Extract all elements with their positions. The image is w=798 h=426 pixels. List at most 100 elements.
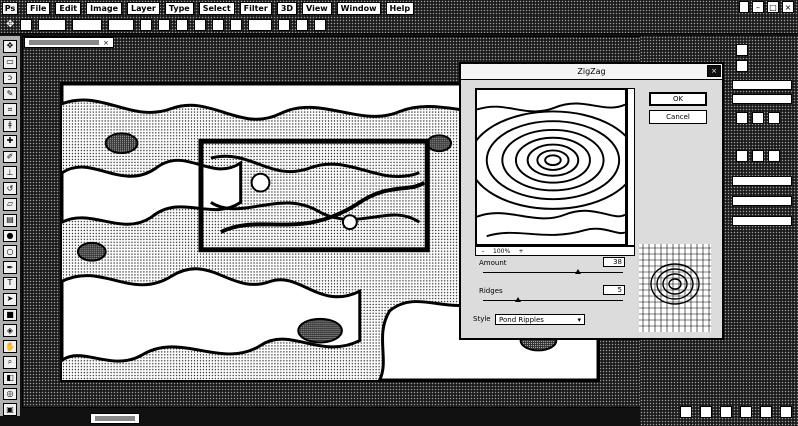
option-toggle-3[interactable]	[108, 18, 135, 31]
move-tool-icon[interactable]: ✥	[3, 40, 17, 53]
brush-tool-icon[interactable]: ✐	[3, 150, 17, 164]
preview-scrollbar[interactable]	[627, 88, 635, 246]
align-button-2[interactable]	[158, 18, 171, 31]
status-text	[95, 416, 135, 421]
amount-slider-thumb[interactable]	[575, 269, 582, 274]
align-button-5[interactable]	[212, 18, 225, 31]
history-brush-tool-icon[interactable]: ↺	[3, 182, 17, 195]
clone-stamp-tool-icon[interactable]: ⊥	[3, 166, 17, 180]
tool-preset-picker[interactable]	[20, 18, 33, 31]
status-bar[interactable]	[90, 413, 140, 424]
panel-icon-4[interactable]	[752, 112, 764, 124]
workspace-switcher[interactable]	[739, 1, 749, 13]
panel-icon-6[interactable]	[736, 150, 748, 162]
option-toggle-2[interactable]	[72, 18, 103, 31]
toolbox: ✥ ▭ ↄ ✎ ⌗ ǂ ✚ ✐ ⊥ ↺ ▱ ▤ ● ○ ✒ T ➤ ■ ◈ ✋ …	[0, 36, 20, 417]
amount-field[interactable]: 38	[603, 257, 625, 267]
panel-icon-2[interactable]	[736, 60, 748, 72]
cancel-button[interactable]: Cancel	[649, 110, 707, 124]
menu-filter[interactable]: Filter	[239, 1, 272, 15]
shape-tool-icon[interactable]: ■	[3, 308, 17, 322]
zoom-tool-icon[interactable]: ⌕	[3, 355, 17, 369]
chevron-down-icon: ▾	[577, 315, 581, 324]
path-select-tool-icon[interactable]: ➤	[3, 292, 17, 306]
zigzag-dialog: ZigZag × – 100% + OK Cancel Amount 38 Ri…	[459, 62, 724, 340]
panel-icon-1[interactable]	[736, 44, 748, 56]
distribute-button-2[interactable]	[296, 18, 309, 31]
zoom-out-button[interactable]: –	[479, 248, 487, 255]
panel-icon-14[interactable]	[780, 406, 792, 418]
panel-icon-5[interactable]	[768, 112, 780, 124]
panel-icon-3[interactable]	[736, 112, 748, 124]
document-tab[interactable]: ×	[24, 37, 114, 48]
panel-strip-2[interactable]	[732, 94, 792, 104]
crop-tool-icon[interactable]: ⌗	[3, 103, 17, 116]
screen-mode-icon[interactable]: ▣	[3, 403, 17, 417]
ridges-slider-track[interactable]	[483, 300, 623, 301]
option-toggle-1[interactable]	[38, 18, 67, 31]
style-dropdown[interactable]: Pond Ripples ▾	[495, 314, 585, 325]
menu-layer[interactable]: Layer	[127, 1, 160, 15]
zoom-in-button[interactable]: +	[517, 248, 525, 255]
lasso-tool-icon[interactable]: ↄ	[3, 71, 17, 85]
hand-tool-icon[interactable]: ✋	[3, 340, 17, 353]
color-swatches-icon[interactable]: ◧	[3, 371, 17, 385]
eraser-tool-icon[interactable]: ▱	[3, 197, 17, 211]
panel-icon-11[interactable]	[720, 406, 732, 418]
menu-file[interactable]: File	[26, 1, 51, 15]
quick-mask-icon[interactable]: ◎	[3, 387, 17, 401]
dialog-titlebar[interactable]: ZigZag ×	[461, 64, 722, 80]
ok-button[interactable]: OK	[649, 92, 707, 106]
type-tool-icon[interactable]: T	[3, 276, 17, 290]
minimize-button[interactable]: –	[752, 1, 764, 13]
gradient-tool-icon[interactable]: ▤	[3, 213, 17, 227]
menu-select[interactable]: Select	[198, 1, 235, 15]
option-toggle-4[interactable]	[248, 18, 273, 31]
menu-image[interactable]: Image	[86, 1, 123, 15]
menu-view[interactable]: View	[302, 1, 332, 15]
menu-help[interactable]: Help	[385, 1, 415, 15]
dialog-close-button[interactable]: ×	[707, 65, 721, 77]
menu-type[interactable]: Type	[164, 1, 194, 15]
menu-edit[interactable]: Edit	[55, 1, 82, 15]
preview-image	[477, 90, 625, 244]
panel-strip-1[interactable]	[732, 80, 792, 90]
align-button-1[interactable]	[140, 18, 153, 31]
zoom-level: 100%	[493, 247, 511, 255]
ridges-label: Ridges	[479, 287, 503, 295]
tab-close-icon[interactable]: ×	[103, 39, 109, 47]
panel-icon-8[interactable]	[768, 150, 780, 162]
amount-slider-track[interactable]	[483, 272, 623, 273]
panel-icon-9[interactable]	[680, 406, 692, 418]
dodge-tool-icon[interactable]: ○	[3, 245, 17, 259]
healing-tool-icon[interactable]: ✚	[3, 134, 17, 148]
close-window-button[interactable]: ×	[782, 1, 794, 13]
amount-label: Amount	[479, 259, 507, 267]
panel-strip-5[interactable]	[732, 216, 792, 226]
align-button-3[interactable]	[176, 18, 189, 31]
eyedropper-tool-icon[interactable]: ǂ	[3, 118, 17, 132]
menu-window[interactable]: Window	[336, 1, 381, 15]
panel-strip-3[interactable]	[732, 176, 792, 186]
align-button-6[interactable]	[230, 18, 243, 31]
panel-icon-10[interactable]	[700, 406, 712, 418]
pen-tool-icon[interactable]: ✒	[3, 261, 17, 274]
panel-icon-7[interactable]	[752, 150, 764, 162]
blur-tool-icon[interactable]: ●	[3, 229, 17, 243]
menu-3d[interactable]: 3D	[276, 1, 298, 15]
panel-strip-4[interactable]	[732, 196, 792, 206]
filter-preview[interactable]	[475, 88, 627, 246]
3d-tool-icon[interactable]: ◈	[3, 324, 17, 338]
maximize-button[interactable]: □	[767, 1, 779, 13]
distribute-button-1[interactable]	[278, 18, 291, 31]
panel-icon-13[interactable]	[760, 406, 772, 418]
panel-icon-12[interactable]	[740, 406, 752, 418]
quick-select-tool-icon[interactable]: ✎	[3, 87, 17, 101]
align-button-4[interactable]	[194, 18, 207, 31]
effect-grid-image	[639, 244, 711, 332]
marquee-tool-icon[interactable]: ▭	[3, 55, 17, 69]
ridges-field[interactable]: 5	[603, 285, 625, 295]
ridges-slider-thumb[interactable]	[515, 297, 521, 302]
distribute-button-3[interactable]	[314, 18, 327, 31]
preview-zoom-bar: – 100% +	[475, 246, 635, 256]
